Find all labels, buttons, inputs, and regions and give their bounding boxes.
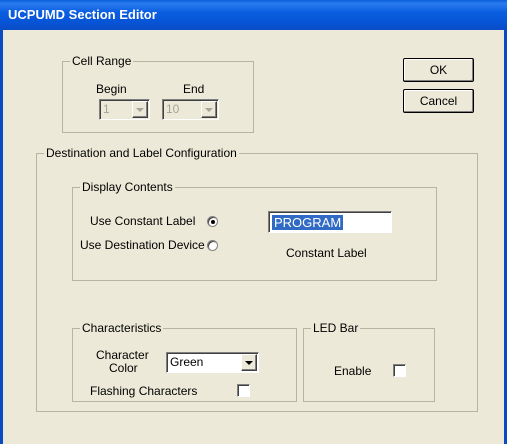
constant-label-value: PROGRAM xyxy=(272,215,344,230)
character-color-select[interactable]: Green xyxy=(166,352,259,373)
begin-label: Begin xyxy=(96,82,127,96)
flashing-characters-label: Flashing Characters xyxy=(90,384,198,398)
character-color-dropdown-arrow[interactable] xyxy=(241,354,257,371)
end-dropdown-arrow[interactable] xyxy=(201,101,217,118)
use-destination-device-radio[interactable] xyxy=(207,240,218,251)
end-combo[interactable]: 10 xyxy=(162,99,219,120)
dest-config-group: Destination and Label Configuration Disp… xyxy=(36,146,478,412)
character-color-label-line2: Color xyxy=(109,361,138,375)
begin-value: 1 xyxy=(103,102,110,116)
dest-config-title: Destination and Label Configuration xyxy=(44,146,239,160)
constant-label-input[interactable]: PROGRAM xyxy=(268,211,392,233)
led-bar-title: LED Bar xyxy=(311,321,361,335)
cell-range-group: Cell Range Begin End 1 10 xyxy=(62,54,254,133)
display-contents-group: Display Contents Use Constant Label Use … xyxy=(72,180,437,281)
characteristics-group: Characteristics Character Color Green Fl… xyxy=(72,321,297,402)
cell-range-title: Cell Range xyxy=(70,54,134,68)
end-label: End xyxy=(183,82,205,96)
begin-combo[interactable]: 1 xyxy=(99,99,150,120)
radio-selected-dot xyxy=(211,220,215,224)
title-bar[interactable]: UCPUMD Section Editor xyxy=(0,0,507,30)
character-color-label-line1: Character xyxy=(96,348,149,362)
ok-button[interactable]: OK xyxy=(403,58,474,82)
window-title: UCPUMD Section Editor xyxy=(8,7,157,22)
use-constant-label-text: Use Constant Label xyxy=(90,214,196,228)
dialog-client: Cell Range Begin End 1 10 OK Cancel Dest… xyxy=(3,30,504,444)
display-contents-title: Display Contents xyxy=(80,180,175,194)
chevron-down-icon xyxy=(245,360,253,365)
use-constant-label-radio[interactable] xyxy=(207,216,218,227)
end-value: 10 xyxy=(166,102,180,116)
characteristics-title: Characteristics xyxy=(80,321,164,335)
character-color-value: Green xyxy=(170,355,204,369)
cancel-button[interactable]: Cancel xyxy=(403,89,474,113)
led-enable-checkbox[interactable] xyxy=(393,364,406,377)
use-destination-device-text: Use Destination Device xyxy=(80,238,205,252)
enable-label: Enable xyxy=(334,364,372,378)
constant-label-caption: Constant Label xyxy=(286,246,367,260)
chevron-down-icon xyxy=(136,107,144,112)
led-bar-group: LED Bar Enable xyxy=(303,321,435,402)
begin-dropdown-arrow[interactable] xyxy=(132,101,148,118)
flashing-characters-checkbox[interactable] xyxy=(237,384,250,397)
chevron-down-icon xyxy=(205,107,213,112)
